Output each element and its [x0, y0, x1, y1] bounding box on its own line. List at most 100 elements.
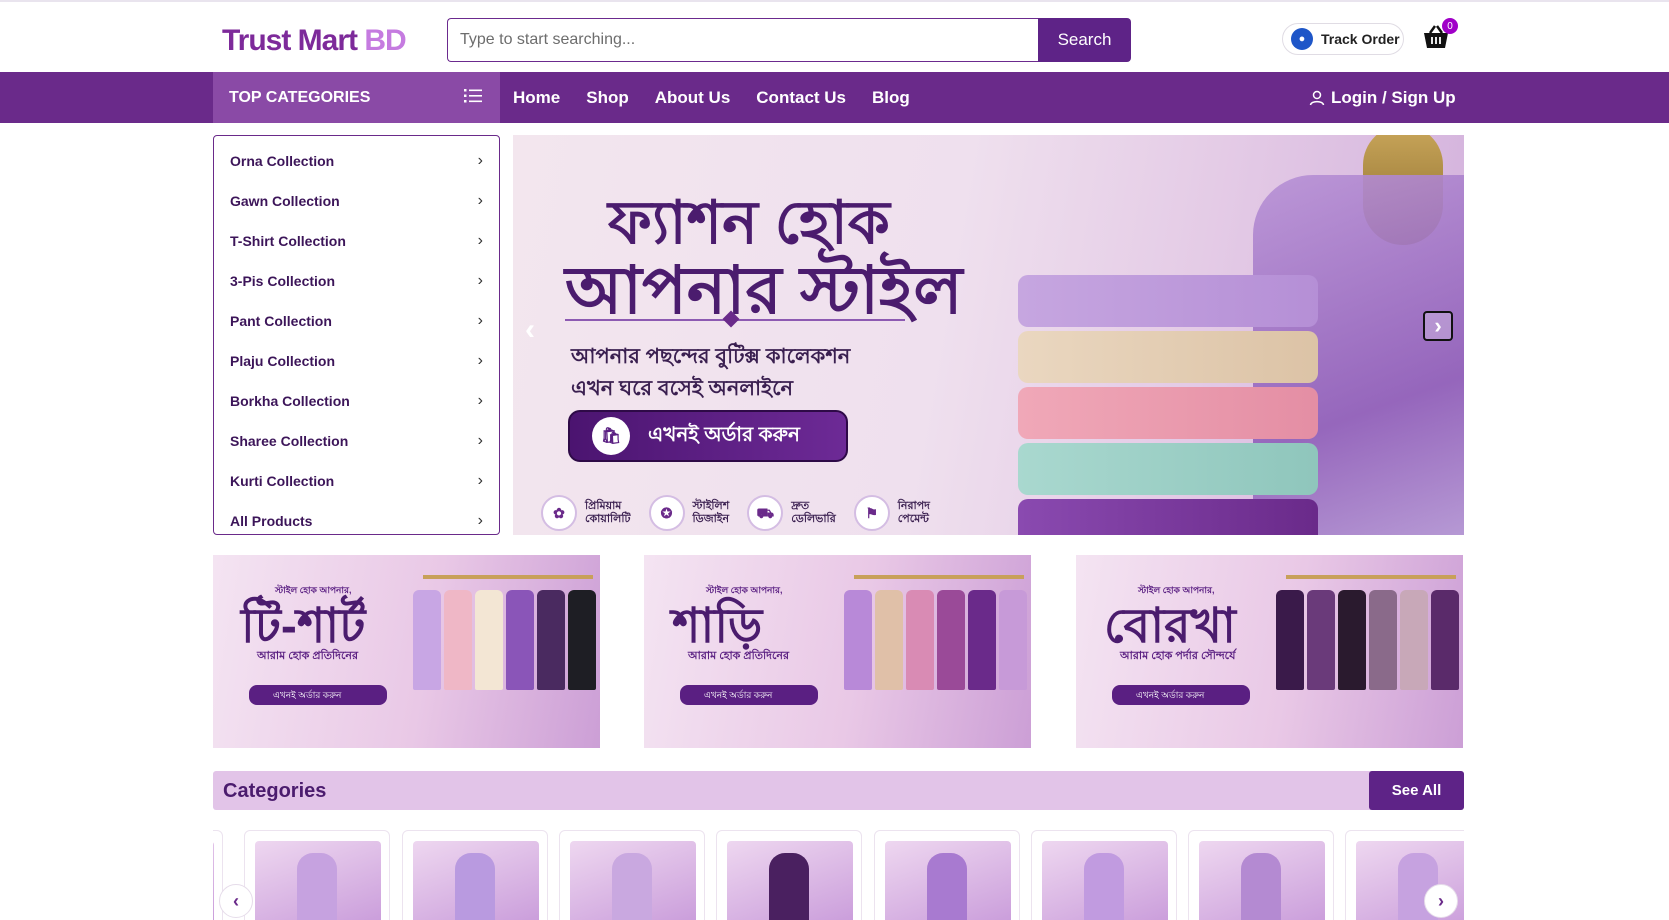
category-card[interactable] — [1188, 830, 1334, 920]
promo-banner-sharee[interactable]: স্টাইল হোক আপনার, শাড়ি আরাম হোক প্রতিদি… — [644, 555, 1031, 748]
hero-order-button[interactable]: 🛍 এখনই অর্ডার করুন — [568, 410, 848, 462]
category-image — [727, 841, 853, 920]
sidebar-item-kurti[interactable]: Kurti Collection › — [214, 461, 499, 501]
see-all-button[interactable]: See All — [1369, 771, 1464, 810]
promo-order-label: এখনই অর্ডার করুন — [704, 689, 773, 700]
logo-accent: BD — [364, 24, 406, 57]
promo-banner-borkha[interactable]: স্টাইল হোক আপনার, বোরখা আরাম হোক পর্দার … — [1076, 555, 1463, 748]
hero-slider[interactable]: ফ্যাশন হোক আপনার স্টাইল আপনার পছন্দের বু… — [513, 135, 1464, 535]
sidebar-item-3pis[interactable]: 3-Pis Collection › — [214, 261, 499, 301]
feature-fast-delivery: ⛟ দ্রুত ডেলিভারি — [747, 495, 836, 531]
sidebar-item-all-products[interactable]: All Products › — [214, 501, 499, 541]
track-order-button[interactable]: ● Track Order — [1282, 23, 1404, 55]
promo-subtitle: আরাম হোক প্রতিদিনের — [688, 650, 789, 662]
nav-shop[interactable]: Shop — [586, 88, 629, 108]
main-nav: TOP CATEGORIES Home Shop About Us Contac… — [0, 72, 1669, 123]
leaf-icon: ✿ — [541, 495, 577, 531]
promo-banner-tshirt[interactable]: স্টাইল হোক আপনার, টি-শার্ট আরাম হোক প্রত… — [213, 555, 600, 748]
category-image — [213, 841, 214, 920]
hero-title-line2: আপনার স্টাইল — [565, 253, 963, 327]
sidebar-item-label: T-Shirt Collection — [230, 233, 346, 249]
logo[interactable]: Trust Mart BD — [222, 24, 407, 58]
nav-contact-us[interactable]: Contact Us — [756, 88, 846, 108]
sidebar-item-pant[interactable]: Pant Collection › — [214, 301, 499, 341]
sidebar-item-label: All Products — [230, 513, 313, 529]
chevron-right-icon: › — [477, 272, 483, 289]
category-image — [255, 841, 381, 920]
category-card[interactable] — [874, 830, 1020, 920]
feature-secure-payment: ⚑ নিরাপদ পেমেন্ট — [853, 495, 930, 531]
badge-icon: ✪ — [648, 495, 685, 531]
chevron-right-icon: › — [477, 312, 483, 329]
category-card[interactable] — [716, 830, 862, 920]
feature-stylish-design: ✪ স্টাইলিশ ডিজাইন — [648, 495, 730, 531]
promo-order-button[interactable]: এখনই অর্ডার করুন — [249, 685, 387, 705]
track-icon: ● — [1291, 28, 1313, 50]
sidebar-item-label: Kurti Collection — [230, 473, 335, 489]
sidebar-item-label: 3-Pis Collection — [230, 273, 336, 289]
category-card[interactable] — [402, 830, 548, 920]
sidebar-item-label: Sharee Collection — [230, 433, 349, 449]
sidebar-item-label: Gawn Collection — [230, 193, 340, 209]
feature-line1: স্টাইলিশ — [692, 500, 730, 512]
chevron-right-icon[interactable]: › — [1424, 884, 1458, 918]
category-image — [413, 841, 539, 920]
sidebar-item-tshirt[interactable]: T-Shirt Collection › — [214, 221, 499, 261]
clothes-rack-image — [1286, 575, 1456, 579]
sidebar-item-borkha[interactable]: Borkha Collection › — [214, 381, 499, 421]
sidebar-item-gawn[interactable]: Gawn Collection › — [214, 181, 499, 221]
chevron-right-icon: › — [477, 432, 483, 449]
top-categories-toggle[interactable]: TOP CATEGORIES — [213, 72, 500, 123]
sidebar-item-plaju[interactable]: Plaju Collection › — [214, 341, 499, 381]
search-input[interactable] — [447, 18, 1038, 62]
feature-line1: দ্রুত — [791, 500, 810, 512]
promo-products-image — [413, 590, 596, 690]
top-categories-label: TOP CATEGORIES — [229, 88, 371, 106]
hero-order-label: এখনই অর্ডার করুন — [648, 423, 800, 446]
search-button[interactable]: Search — [1038, 18, 1131, 62]
cart-button[interactable]: 0 — [1422, 18, 1458, 50]
sidebar-item-orna[interactable]: Orna Collection › — [214, 141, 499, 181]
chevron-right-icon: › — [477, 232, 483, 249]
hero-features: ✿ প্রিমিয়াম কোয়ালিটি ✪ স্টাইলিশ ডিজাইন ⛟ দ্… — [541, 495, 930, 531]
categories-carousel — [213, 830, 1464, 920]
hero-subtitle-line2: এখন ঘরে বসেই অনলাইনে — [571, 377, 794, 400]
category-image — [570, 841, 696, 920]
nav-about-us[interactable]: About Us — [655, 88, 731, 108]
sidebar-item-sharee[interactable]: Sharee Collection › — [214, 421, 499, 461]
promo-order-button[interactable]: এখনই অর্ডার করুন — [1112, 685, 1250, 705]
feature-line2: ডিজাইন — [692, 513, 730, 525]
category-card[interactable] — [244, 830, 390, 920]
cart-count-badge: 0 — [1442, 18, 1458, 34]
search-bar: Search — [447, 18, 1131, 62]
hero-divider — [565, 319, 905, 321]
nav-home[interactable]: Home — [513, 88, 560, 108]
category-image — [885, 841, 1011, 920]
clothes-rack-image — [423, 575, 593, 579]
promo-order-button[interactable]: এখনই অর্ডার করুন — [680, 685, 818, 705]
category-card[interactable] — [559, 830, 705, 920]
list-icon — [464, 89, 482, 103]
feature-line1: নিরাপদ — [897, 500, 930, 512]
chevron-left-icon[interactable]: ‹ — [219, 884, 253, 918]
hero-next-arrow-icon[interactable]: › — [1423, 311, 1453, 341]
nav-blog[interactable]: Blog — [872, 88, 910, 108]
feature-line2: পেমেন্ট — [897, 513, 929, 525]
promo-order-label: এখনই অর্ডার করুন — [1136, 689, 1205, 700]
hero-clothes-stack-image — [1018, 275, 1318, 535]
categories-header: Categories See All — [213, 771, 1464, 810]
login-label: Login / Sign Up — [1331, 87, 1456, 107]
category-image — [1042, 841, 1168, 920]
category-card[interactable] — [1031, 830, 1177, 920]
hero-prev-arrow-icon[interactable]: ‹ — [525, 313, 535, 347]
login-signup-link[interactable]: Login / Sign Up — [1309, 72, 1456, 123]
header: Trust Mart BD Search ● Track Order 0 — [0, 2, 1669, 72]
category-image — [1199, 841, 1325, 920]
chevron-right-icon: › — [477, 152, 483, 169]
sidebar-item-label: Borkha Collection — [230, 393, 350, 409]
sidebar-item-label: Pant Collection — [230, 313, 332, 329]
bag-icon: 🛍 — [592, 417, 630, 455]
chevron-right-icon: › — [477, 192, 483, 209]
chevron-right-icon: › — [477, 512, 483, 529]
nav-links: Home Shop About Us Contact Us Blog — [513, 72, 910, 123]
